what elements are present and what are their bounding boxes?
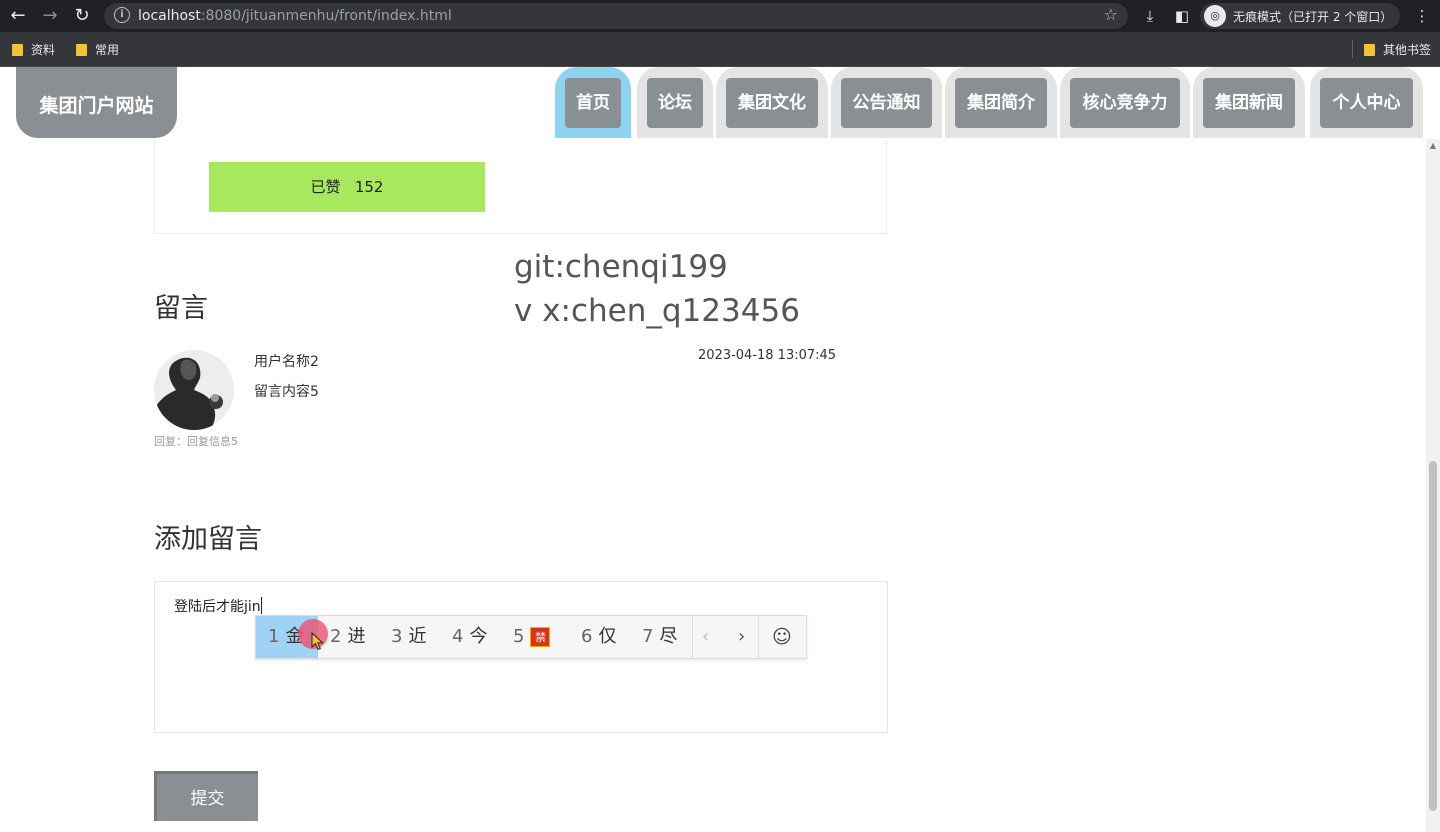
textarea-value: 登陆后才能jin [174,597,262,615]
scrollbar-thumb[interactable] [1429,461,1437,811]
folder-icon [1364,44,1375,56]
add-message-title: 添加留言 [154,524,262,555]
nav-tab-intro[interactable]: 集团简介 [945,67,1057,138]
url-text[interactable]: localhost:8080/jituanmenhu/front/index.h… [138,8,452,24]
site-logo[interactable]: 集团门户网站 [16,67,177,138]
ime-prev-page-icon[interactable]: ‹ [702,616,709,658]
other-bookmarks[interactable]: 其他书签 [1364,41,1431,58]
incognito-label: 无痕模式（已打开 2 个窗口） [1233,10,1393,24]
ime-candidate-3[interactable]: 3近 [391,616,426,658]
ime-divider [692,616,693,658]
nav-tab-label: 首页 [565,78,621,128]
mouse-pointer-icon [311,632,324,651]
bookmarks-bar: 资料 常用 其他书签 [0,32,1440,67]
ime-candidate-4[interactable]: 4今 [452,616,487,658]
reload-icon[interactable]: ↻ [70,4,94,28]
message-timestamp: 2023-04-18 13:07:45 [698,348,837,363]
back-arrow-icon[interactable]: ← [6,4,30,28]
text-caret [260,597,262,614]
nav-tab-label: 集团新闻 [1203,78,1295,128]
nav-tab-label: 公告通知 [841,78,932,128]
nav-tab-culture[interactable]: 集团文化 [716,67,828,138]
ime-divider [758,616,759,658]
folder-icon [12,44,23,56]
ime-candidate-5[interactable]: 5禁 [513,616,551,658]
watermark-overlay-text: git:chenqi199 v x:chen_q123456 [514,249,800,329]
nav-tab-notice[interactable]: 公告通知 [831,67,942,138]
ime-candidate-2[interactable]: 2进 [330,616,365,658]
message-reply: 回复：回复信息5 [154,435,238,448]
ime-candidate-6[interactable]: 6仅 [581,616,616,658]
download-icon[interactable]: ⤓ [1138,4,1162,28]
menu-dots-icon[interactable]: ⋮ [1410,4,1434,28]
avatar [154,350,234,430]
bookmarks-divider [1352,40,1353,58]
nav-tab-core[interactable]: 核心竞争力 [1060,67,1190,138]
messages-title: 留言 [154,293,208,324]
ime-candidate-7[interactable]: 7尽 [642,616,677,658]
page-scrollbar[interactable]: ▲ [1426,139,1440,832]
like-button[interactable]: 已赞 152 [209,162,485,212]
nav-tab-label: 集团简介 [955,78,1047,128]
ime-next-page-icon[interactable]: › [738,616,745,658]
nav-tab-profile[interactable]: 个人中心 [1310,67,1423,138]
site-logo-text: 集团门户网站 [39,95,154,117]
nav-tab-label: 集团文化 [726,78,818,128]
side-panel-icon[interactable]: ◧ [1170,4,1194,28]
message-username: 用户名称2 [254,354,319,370]
ban-emoji-icon: 禁 [530,627,551,647]
bookmark-folder-2[interactable]: 常用 [76,41,119,58]
incognito-icon: ◎ [1204,5,1226,27]
forward-arrow-icon[interactable]: → [38,4,62,28]
message-content: 留言内容5 [254,384,319,400]
scroll-up-icon[interactable]: ▲ [1426,139,1440,153]
site-info-icon[interactable]: i [114,7,130,23]
bookmark-star-icon[interactable]: ☆ [1104,5,1118,24]
nav-tab-label: 核心竞争力 [1070,78,1180,128]
address-bar[interactable]: i localhost:8080/jituanmenhu/front/index… [104,3,1128,29]
nav-tab-label: 论坛 [647,78,703,128]
nav-tab-forum[interactable]: 论坛 [637,67,713,138]
nav-tab-news[interactable]: 集团新闻 [1193,67,1305,138]
nav-tab-label: 个人中心 [1320,78,1413,128]
incognito-indicator[interactable]: ◎ 无痕模式（已打开 2 个窗口） [1200,3,1400,29]
folder-icon [76,44,87,56]
ime-emoji-icon[interactable]: ☺ [772,616,792,658]
submit-button[interactable]: 提交 [154,771,258,821]
ime-candidate-window: 1金 2进 3近 4今 5禁 6仅 7尽 ‹ › ☺ [255,615,807,659]
bookmark-folder-1[interactable]: 资料 [12,41,55,58]
browser-toolbar: ← → ↻ i localhost:8080/jituanmenhu/front… [0,0,1440,32]
nav-tab-home[interactable]: 首页 [555,67,631,138]
